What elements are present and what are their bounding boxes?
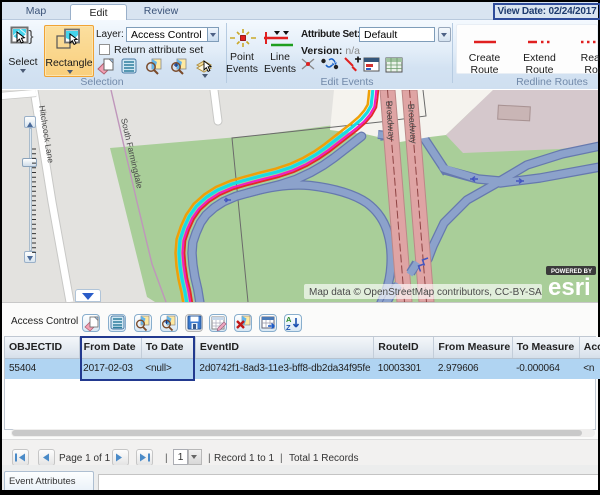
svg-text:esri: esri	[548, 274, 591, 301]
svg-text:Map data © OpenStreetMap contr: Map data © OpenStreetMap contributors, C…	[309, 287, 542, 298]
svg-text:Z: Z	[286, 323, 291, 332]
svg-text:}: }	[29, 28, 34, 45]
